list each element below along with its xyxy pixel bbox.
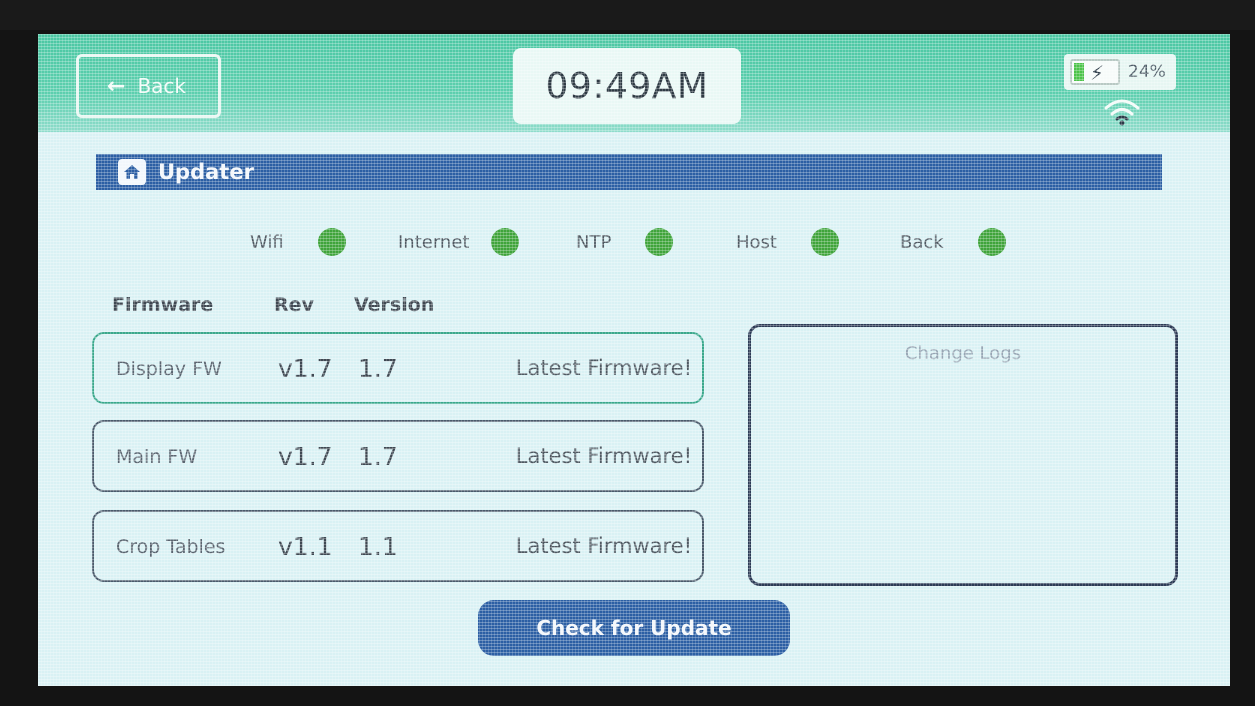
battery-fill xyxy=(1074,63,1085,81)
connection-status-row: Wifi Internet NTP Host Back xyxy=(38,228,1230,258)
page-title: Updater xyxy=(158,160,254,184)
status-indicator-dot xyxy=(810,228,839,256)
firmware-rev: v1.7 xyxy=(278,442,333,471)
firmware-name: Display FW xyxy=(116,358,222,380)
status-label: Host xyxy=(736,231,777,253)
column-header-firmware: Firmware xyxy=(112,294,214,316)
firmware-status: Latest Firmware! xyxy=(515,356,692,380)
status-host: Host xyxy=(736,228,839,256)
status-label: Back xyxy=(900,231,944,253)
status-wifi: Wifi xyxy=(250,228,346,256)
firmware-name: Crop Tables xyxy=(116,536,226,558)
status-indicator-dot xyxy=(977,228,1006,256)
firmware-row-main[interactable]: Main FW v1.7 1.7 Latest Firmware! xyxy=(92,420,704,492)
status-internet: Internet xyxy=(398,228,520,256)
status-label: Internet xyxy=(398,231,470,253)
device-screen: ← Back 09:49AM ⚡ 24% Updater Wifi Intern… xyxy=(38,34,1230,686)
status-label: Wifi xyxy=(250,231,284,253)
firmware-version: 1.1 xyxy=(358,532,398,561)
firmware-status: Latest Firmware! xyxy=(515,534,692,558)
page-title-bar: Updater xyxy=(96,154,1162,190)
firmware-version: 1.7 xyxy=(358,354,398,383)
charging-bolt-icon: ⚡ xyxy=(1090,61,1105,85)
status-label: NTP xyxy=(576,231,612,253)
battery-indicator: ⚡ 24% xyxy=(1064,54,1176,90)
clock-display: 09:49AM xyxy=(513,48,741,124)
firmware-status: Latest Firmware! xyxy=(515,444,692,468)
header-bar: ← Back 09:49AM ⚡ 24% xyxy=(38,34,1230,132)
firmware-rev: v1.1 xyxy=(278,532,333,561)
back-button-label: Back xyxy=(137,74,186,98)
column-header-version: Version xyxy=(354,294,435,316)
wifi-icon xyxy=(1104,99,1140,126)
status-indicator-dot xyxy=(645,228,674,256)
column-header-rev: Rev xyxy=(274,294,314,316)
status-indicator-dot xyxy=(317,228,346,256)
home-icon[interactable] xyxy=(118,159,146,185)
firmware-row-crop-tables[interactable]: Crop Tables v1.1 1.1 Latest Firmware! xyxy=(92,510,704,582)
change-logs-title: Change Logs xyxy=(904,343,1022,364)
battery-percent: 24% xyxy=(1128,62,1166,82)
battery-icon: ⚡ xyxy=(1070,59,1120,85)
firmware-version: 1.7 xyxy=(358,442,398,471)
arrow-left-icon: ← xyxy=(107,73,126,99)
status-indicator-dot xyxy=(491,228,520,256)
status-back: Back xyxy=(900,228,1006,256)
firmware-rev: v1.7 xyxy=(278,354,333,383)
change-logs-panel[interactable]: Change Logs xyxy=(748,324,1178,586)
status-ntp: NTP xyxy=(576,228,674,256)
device-bezel xyxy=(0,0,1255,30)
firmware-row-display[interactable]: Display FW v1.7 1.7 Latest Firmware! xyxy=(92,332,704,404)
check-for-update-button[interactable]: Check for Update xyxy=(478,600,790,656)
back-button[interactable]: ← Back xyxy=(76,54,221,118)
firmware-name: Main FW xyxy=(116,446,198,468)
